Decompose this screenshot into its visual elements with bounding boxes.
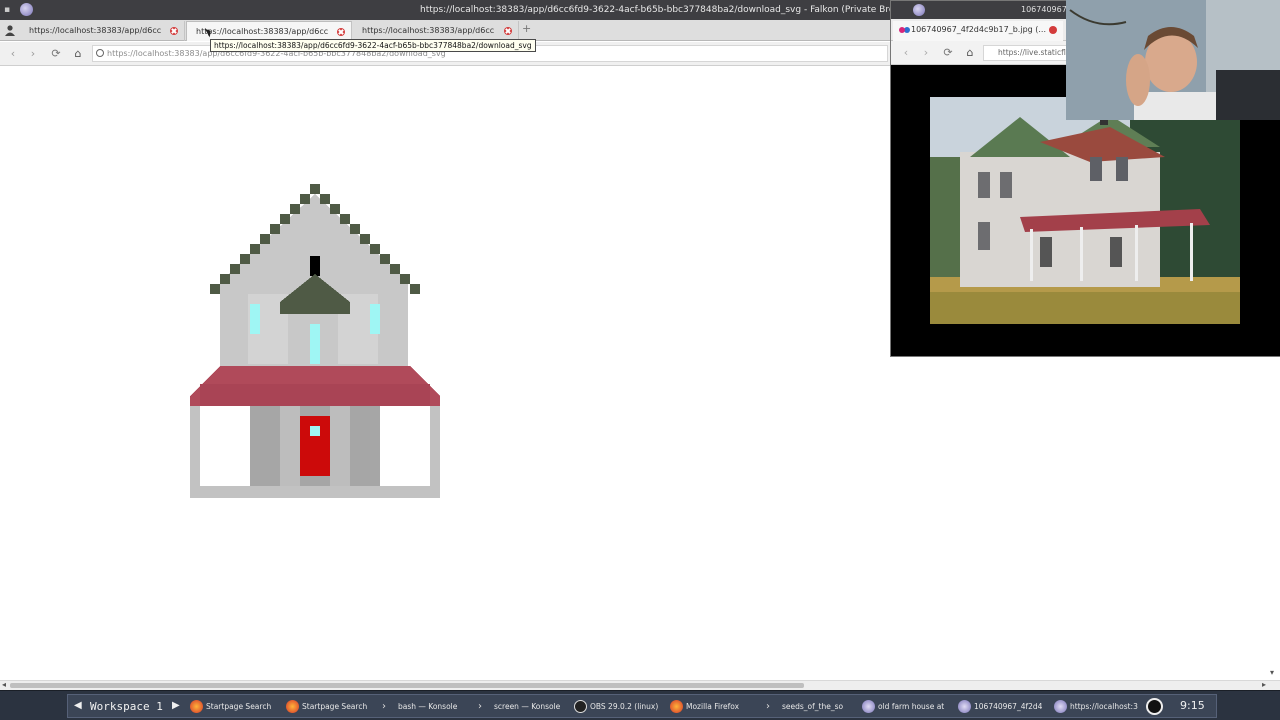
main-window-title: https://localhost:38383/app/d6cc6fd9-362…	[420, 5, 924, 15]
task-label: screen — Konsole	[494, 702, 561, 711]
task-screen-konsole[interactable]: › screen — Konsole	[476, 698, 568, 715]
reload-icon[interactable]: ⟳	[49, 47, 63, 61]
falkon-icon	[913, 4, 925, 16]
task-label: Startpage Search	[206, 702, 272, 711]
close-icon[interactable]	[170, 27, 178, 35]
task-bash-konsole[interactable]: › bash — Konsole	[380, 698, 472, 715]
tab-3[interactable]: https://localhost:38383/app/d6cc6fd...	[353, 21, 519, 41]
forward-icon[interactable]: ›	[919, 46, 933, 60]
task-old-farm-house[interactable]: old farm house at	[860, 698, 952, 715]
taskbar: ◀ Workspace 1 ▶ Startpage Search Startpa…	[0, 690, 1280, 720]
forward-icon[interactable]: ›	[26, 47, 40, 61]
terminal-icon: ›	[766, 701, 770, 712]
close-icon[interactable]	[337, 28, 345, 36]
task-label: seeds_of_the_so	[782, 702, 844, 711]
close-icon[interactable]	[504, 27, 512, 35]
horizontal-scrollbar[interactable]: ◂ ▸	[0, 680, 1280, 690]
tab-1-label: https://localhost:38383/app/d6cc6fd...	[29, 26, 161, 35]
firefox-icon	[670, 700, 683, 713]
task-label: OBS 29.0.2 (linux)	[590, 702, 659, 711]
terminal-icon: ›	[382, 701, 386, 712]
webcam-overlay	[1066, 0, 1280, 120]
task-seeds[interactable]: › seeds_of_the_so	[764, 698, 856, 715]
back-icon[interactable]: ‹	[899, 46, 913, 60]
scroll-right-icon[interactable]: ▸	[1262, 680, 1266, 689]
back-icon[interactable]: ‹	[6, 47, 20, 61]
task-label: https://localhost:3	[1070, 702, 1138, 711]
task-label: bash — Konsole	[398, 702, 458, 711]
screen: ▪ https://localhost:38383/app/d6cc6fd9-3…	[0, 0, 1280, 720]
falkon-icon	[20, 3, 33, 16]
taskbar-panel: ◀ Workspace 1 ▶ Startpage Search Startpa…	[67, 694, 1217, 718]
prev-workspace-icon[interactable]: ◀	[74, 699, 84, 713]
reload-icon[interactable]: ⟳	[941, 46, 955, 60]
scroll-left-icon[interactable]: ◂	[2, 680, 6, 689]
firefox-icon	[286, 700, 299, 713]
obs-icon	[574, 700, 587, 713]
obs-tray-icon[interactable]	[1146, 698, 1163, 715]
user-profile-icon[interactable]	[4, 24, 16, 36]
flickr-icon	[899, 27, 905, 33]
home-icon[interactable]: ⌂	[71, 47, 85, 61]
image-tab-label: 106740967_4f2d4c9b17_b.jpg (...	[911, 25, 1047, 34]
close-icon[interactable]	[1049, 26, 1057, 34]
task-label: Startpage Search	[302, 702, 368, 711]
scroll-down-icon[interactable]: ▾	[1270, 668, 1274, 677]
door	[300, 416, 330, 476]
workspace-label[interactable]: Workspace 1	[90, 700, 163, 713]
farmhouse-photo	[930, 97, 1240, 324]
task-startpage-2[interactable]: Startpage Search	[284, 698, 376, 715]
clock: 9:15	[1180, 699, 1205, 712]
scrollbar-thumb[interactable]	[10, 683, 804, 688]
window-menu-icon[interactable]: ▪	[4, 0, 10, 20]
task-localhost[interactable]: https://localhost:3	[1052, 698, 1144, 715]
firefox-icon	[190, 700, 203, 713]
tab-bar: https://localhost:38383/app/d6cc6fd... h…	[0, 20, 890, 41]
task-label: 106740967_4f2d4	[974, 702, 1043, 711]
falkon-icon	[958, 700, 971, 713]
falkon-icon	[1054, 700, 1067, 713]
task-label: Mozilla Firefox	[686, 702, 740, 711]
pixel-house-image	[190, 184, 440, 498]
tab-tooltip: https://localhost:38383/app/d6cc6fd9-362…	[210, 39, 536, 52]
task-startpage-1[interactable]: Startpage Search	[188, 698, 280, 715]
image-tab[interactable]: 106740967_4f2d4c9b17_b.jpg (...	[893, 21, 1063, 41]
new-tab-button[interactable]: +	[522, 22, 531, 35]
home-icon[interactable]: ⌂	[963, 46, 977, 60]
tab-1[interactable]: https://localhost:38383/app/d6cc6fd...	[20, 21, 185, 41]
next-workspace-icon[interactable]: ▶	[172, 699, 182, 713]
task-obs[interactable]: OBS 29.0.2 (linux)	[572, 698, 664, 715]
terminal-icon: ›	[478, 701, 482, 712]
tab-3-label: https://localhost:38383/app/d6cc6fd...	[362, 26, 494, 35]
task-mozilla-firefox[interactable]: Mozilla Firefox	[668, 698, 760, 715]
task-label: old farm house at	[878, 702, 945, 711]
task-image-file[interactable]: 106740967_4f2d4	[956, 698, 1048, 715]
site-info-icon[interactable]	[96, 49, 104, 57]
falkon-icon	[862, 700, 875, 713]
